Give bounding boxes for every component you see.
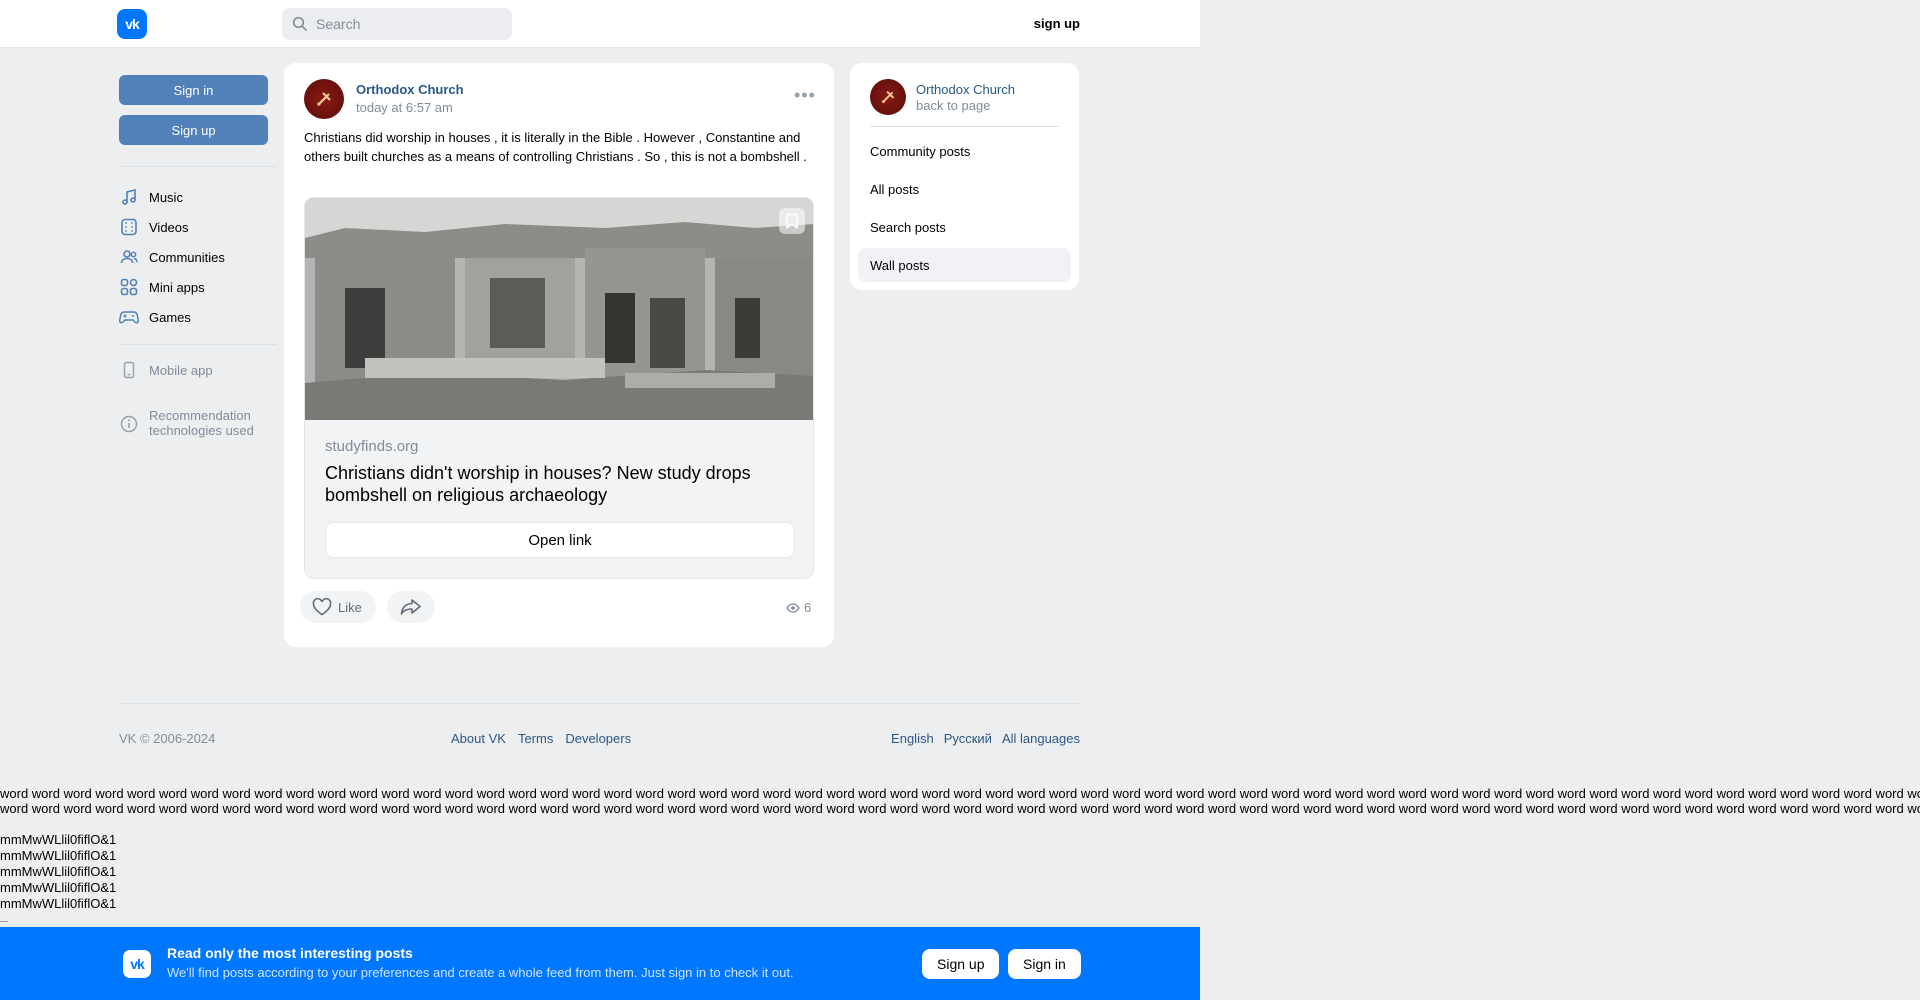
- like-button[interactable]: Like: [300, 591, 376, 623]
- filler-glyph-line: mmMwWLlil0fiflO&1: [0, 832, 117, 847]
- views-count: 6: [804, 600, 812, 615]
- panel-divider: [870, 126, 1059, 127]
- sidebar-item-communities[interactable]: Communities: [119, 245, 225, 269]
- post-author[interactable]: Orthodox Church: [356, 82, 464, 97]
- filler-glyph-line: mmMwWLlil0fiflO&1: [0, 864, 117, 879]
- panel-item-all-posts[interactable]: All posts: [858, 172, 1071, 206]
- panel-item-search-posts[interactable]: Search posts: [858, 210, 1071, 244]
- language-russian[interactable]: Русский: [944, 731, 992, 746]
- community-avatar[interactable]: [870, 79, 906, 115]
- filler-glyph-line: mmMwWLlil0fiflO&1: [0, 896, 117, 911]
- link-preview-card[interactable]: studyfinds.org Christians didn't worship…: [304, 197, 814, 579]
- post-timestamp[interactable]: today at 6:57 am: [356, 100, 453, 115]
- post-text: Christians did worship in houses , it is…: [304, 130, 807, 164]
- language-all[interactable]: All languages: [1002, 731, 1080, 746]
- recommendation-line-2: technologies used: [149, 423, 254, 438]
- sign-in-button[interactable]: Sign in: [119, 75, 268, 105]
- filler-divider: [0, 921, 8, 922]
- back-to-page-link[interactable]: back to page: [916, 98, 990, 113]
- music-icon: [119, 187, 139, 207]
- panel-item-wall-posts[interactable]: Wall posts: [858, 248, 1071, 282]
- banner-sign-in-button[interactable]: Sign in: [1008, 949, 1081, 979]
- footer-link-terms[interactable]: Terms: [518, 731, 553, 746]
- search-placeholder: Search: [316, 16, 361, 32]
- top-bar: vk Search sign up: [0, 0, 1200, 48]
- sidebar-item-recommendations[interactable]: Recommendation technologies used: [119, 408, 254, 438]
- sidebar-item-mobile-app[interactable]: Mobile app: [119, 358, 213, 382]
- bookmark-icon[interactable]: [779, 208, 805, 234]
- signin-promo-banner: vk Read only the most interesting posts …: [0, 927, 1200, 1000]
- users-icon: [119, 247, 139, 267]
- community-panel: Orthodox Church back to page Community p…: [850, 63, 1079, 290]
- search-input[interactable]: Search: [282, 8, 512, 40]
- footer-links: About VK Terms Developers: [451, 731, 631, 746]
- eye-icon: [786, 602, 800, 613]
- filler-glyph-line: mmMwWLlil0fiflO&1: [0, 880, 117, 895]
- sidebar-item-mini-apps[interactable]: Mini apps: [119, 275, 205, 299]
- sidebar-divider: [119, 344, 277, 345]
- sidebar-item-label: Videos: [149, 219, 189, 235]
- cross-emblem-icon: [881, 90, 895, 104]
- vk-logo[interactable]: vk: [117, 9, 147, 39]
- sidebar-item-label: Games: [149, 309, 191, 325]
- footer-divider: [119, 703, 1080, 704]
- banner-title: Read only the most interesting posts: [167, 945, 413, 961]
- post-card: Orthodox Church today at 6:57 am ••• Chr…: [284, 63, 834, 647]
- link-domain: studyfinds.org: [325, 438, 419, 455]
- phone-icon: [119, 360, 139, 380]
- language-english[interactable]: English: [891, 731, 934, 746]
- footer-link-developers[interactable]: Developers: [565, 731, 631, 746]
- sidebar-item-label: Mobile app: [149, 362, 213, 378]
- banner-subtitle: We'll find posts according to your prefe…: [167, 965, 794, 980]
- like-label: Like: [338, 599, 362, 615]
- vk-logo: vk: [123, 950, 151, 978]
- cross-emblem-icon: [317, 92, 331, 106]
- sidebar-divider: [119, 166, 277, 167]
- community-avatar[interactable]: [304, 79, 344, 119]
- sidebar-item-videos[interactable]: Videos: [119, 215, 189, 239]
- header-signup-link[interactable]: sign up: [1020, 16, 1080, 31]
- filler-word-line: word word word word word word word word …: [0, 801, 1920, 816]
- apps-icon: [119, 277, 139, 297]
- filler-glyph-text: mmMwWLlil0fiflO&1 mmMwWLlil0fiflO&1 mmMw…: [0, 832, 116, 912]
- footer-link-about[interactable]: About VK: [451, 731, 506, 746]
- filler-glyph-line: mmMwWLlil0fiflO&1: [0, 848, 117, 863]
- recommendation-line-1: Recommendation: [149, 408, 251, 423]
- banner-sign-up-button[interactable]: Sign up: [922, 949, 1000, 979]
- sidebar-item-label: Mini apps: [149, 279, 205, 295]
- share-button[interactable]: [387, 591, 435, 623]
- sidebar-item-label: Communities: [149, 249, 225, 265]
- sign-up-button[interactable]: Sign up: [119, 115, 268, 145]
- footer-languages: English Русский All languages: [880, 731, 1080, 746]
- heart-icon: [312, 598, 332, 616]
- link-title[interactable]: Christians didn't worship in houses? New…: [325, 462, 795, 506]
- open-link-button[interactable]: Open link: [325, 522, 795, 558]
- filler-word-line: word word word word word word word word …: [0, 786, 1920, 801]
- search-icon: [292, 16, 308, 32]
- sidebar-item-games[interactable]: Games: [119, 305, 191, 329]
- views-counter: 6: [786, 600, 811, 615]
- panel-item-community-posts[interactable]: Community posts: [858, 134, 1071, 168]
- footer-copyright: VK © 2006-2024: [119, 731, 216, 746]
- share-icon: [400, 599, 421, 615]
- sidebar-item-label: Music: [149, 189, 183, 205]
- recommendation-label: Recommendation technologies used: [149, 408, 254, 438]
- more-options-icon[interactable]: •••: [794, 85, 816, 106]
- gamepad-icon: [119, 307, 139, 327]
- filler-word-text: word word word word word word word word …: [0, 786, 1920, 816]
- video-icon: [119, 217, 139, 237]
- link-preview-image[interactable]: [305, 198, 813, 420]
- panel-community-name[interactable]: Orthodox Church: [916, 82, 1015, 97]
- sidebar-item-music[interactable]: Music: [119, 185, 183, 209]
- info-icon: [119, 414, 139, 434]
